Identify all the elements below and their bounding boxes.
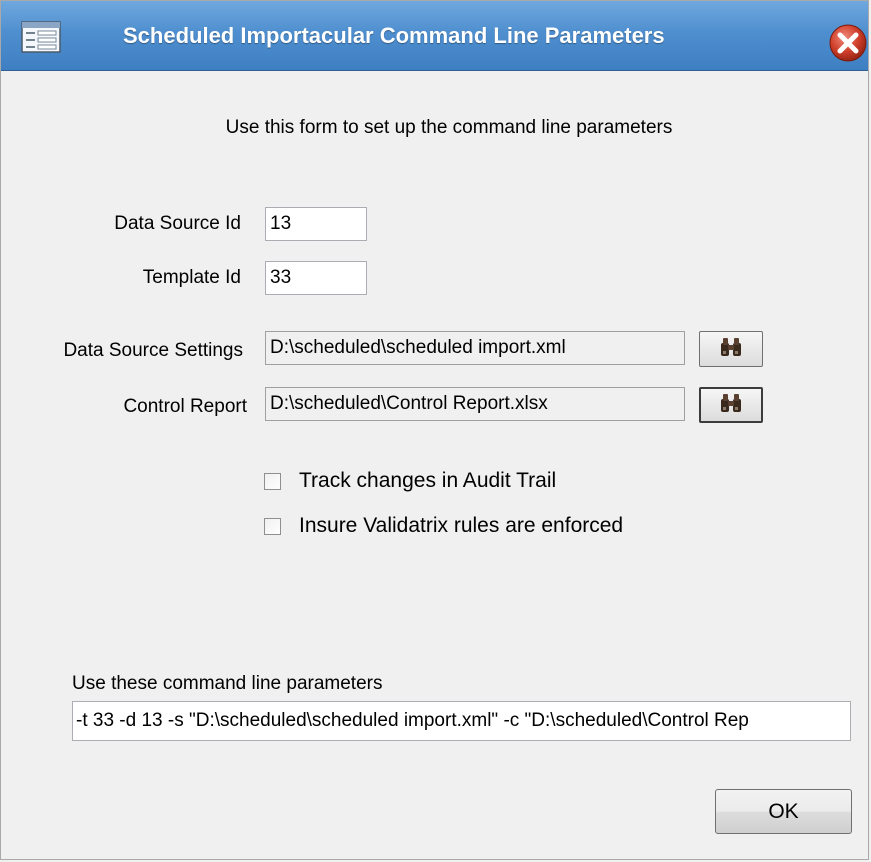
data-source-settings-field[interactable]: D:\scheduled\scheduled import.xml (265, 331, 685, 365)
ok-button[interactable]: OK (715, 789, 852, 834)
window-title: Scheduled Importacular Command Line Para… (123, 23, 665, 48)
track-changes-option[interactable]: Track changes in Audit Trail (264, 469, 556, 493)
browse-control-report-button[interactable] (699, 387, 763, 423)
data-source-settings-label: Data Source Settings (63, 340, 243, 361)
data-source-id-input[interactable]: 13 (265, 207, 367, 241)
title-bar[interactable]: Scheduled Importacular Command Line Para… (1, 1, 868, 71)
validatrix-label: Insure Validatrix rules are enforced (299, 514, 624, 537)
validatrix-option[interactable]: Insure Validatrix rules are enforced (264, 514, 623, 538)
form-icon (21, 21, 61, 53)
track-changes-label: Track changes in Audit Trail (299, 469, 557, 492)
validatrix-checkbox[interactable] (264, 517, 281, 535)
close-icon[interactable] (828, 23, 868, 63)
control-report-field[interactable]: D:\scheduled\Control Report.xlsx (265, 387, 685, 421)
command-line-label: Use these command line parameters (72, 673, 383, 694)
control-report-label: Control Report (123, 396, 247, 417)
browse-data-source-settings-button[interactable] (699, 331, 763, 367)
intro-text: Use this form to set up the command line… (225, 117, 673, 138)
binoculars-icon (719, 337, 743, 362)
template-id-label: Template Id (142, 267, 241, 288)
data-source-id-label: Data Source Id (114, 213, 241, 234)
template-id-input[interactable]: 33 (265, 261, 367, 295)
command-line-field[interactable]: -t 33 -d 13 -s "D:\scheduled\scheduled i… (72, 701, 851, 741)
dialog-window: Scheduled Importacular Command Line Para… (0, 0, 869, 860)
track-changes-checkbox[interactable] (264, 472, 281, 490)
binoculars-icon (719, 393, 743, 418)
